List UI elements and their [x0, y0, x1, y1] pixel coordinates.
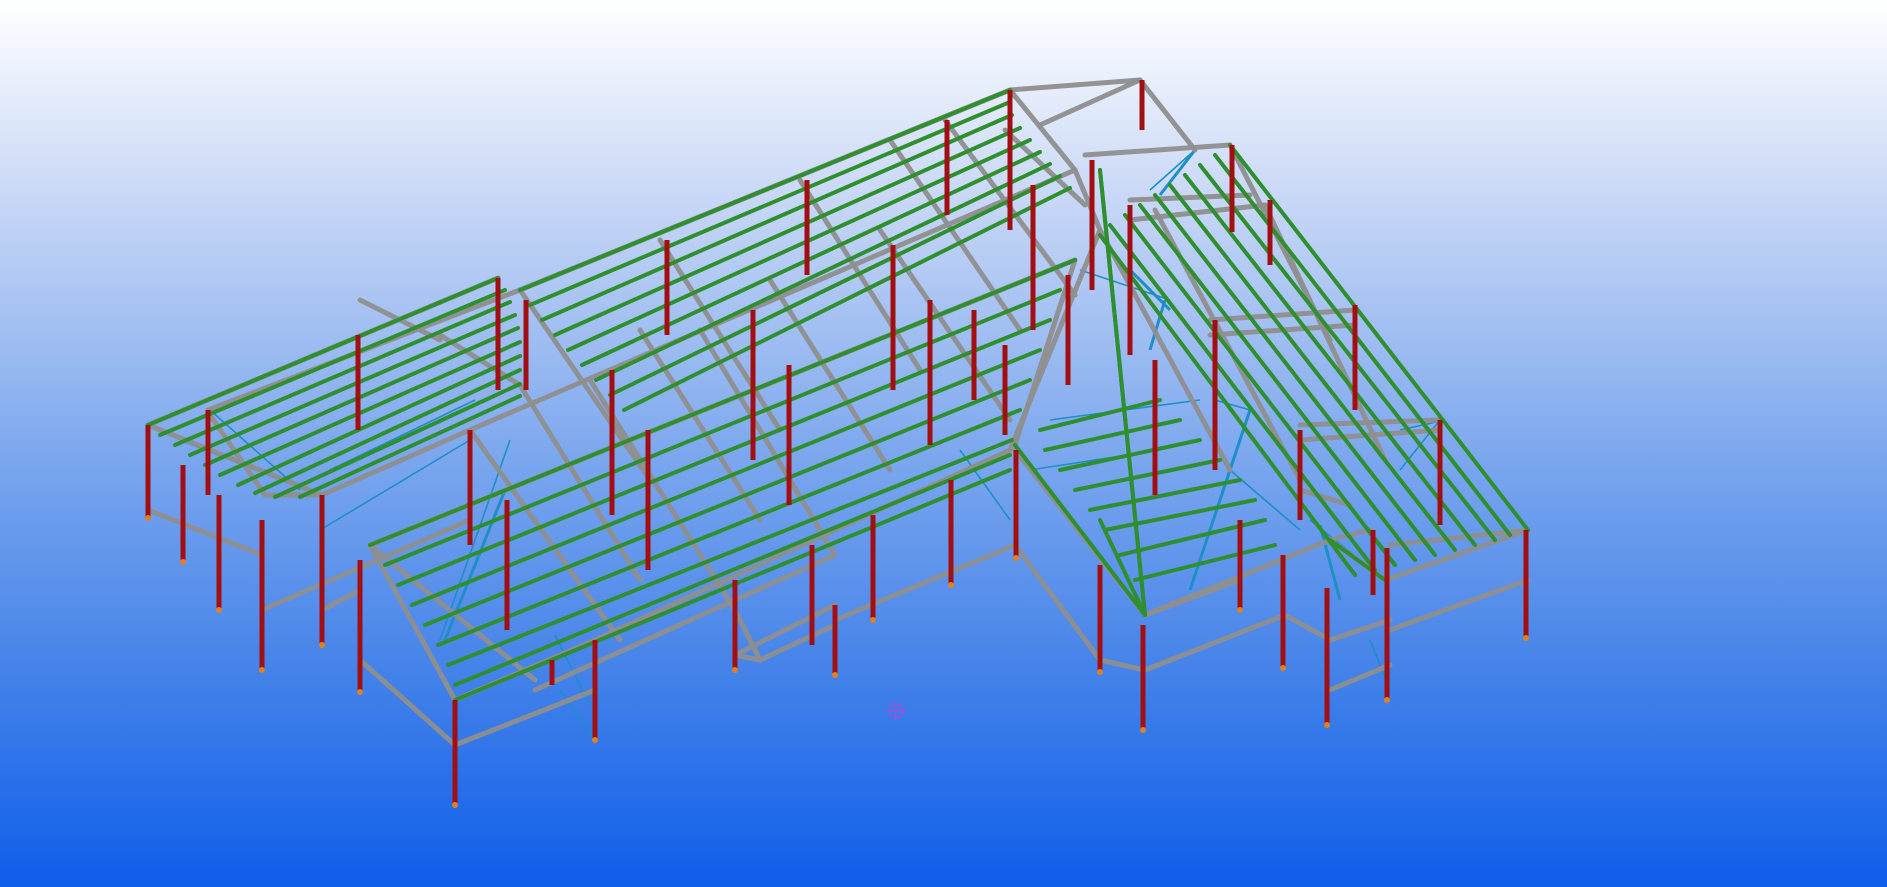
crosshair-circle-icon[interactable] — [887, 702, 905, 720]
columns-group — [145, 80, 1529, 805]
purlins-group — [146, 88, 1530, 702]
beams-group — [145, 77, 1531, 748]
steel-structure-model[interactable] — [0, 0, 1887, 887]
3d-model-viewport[interactable] — [0, 0, 1887, 887]
